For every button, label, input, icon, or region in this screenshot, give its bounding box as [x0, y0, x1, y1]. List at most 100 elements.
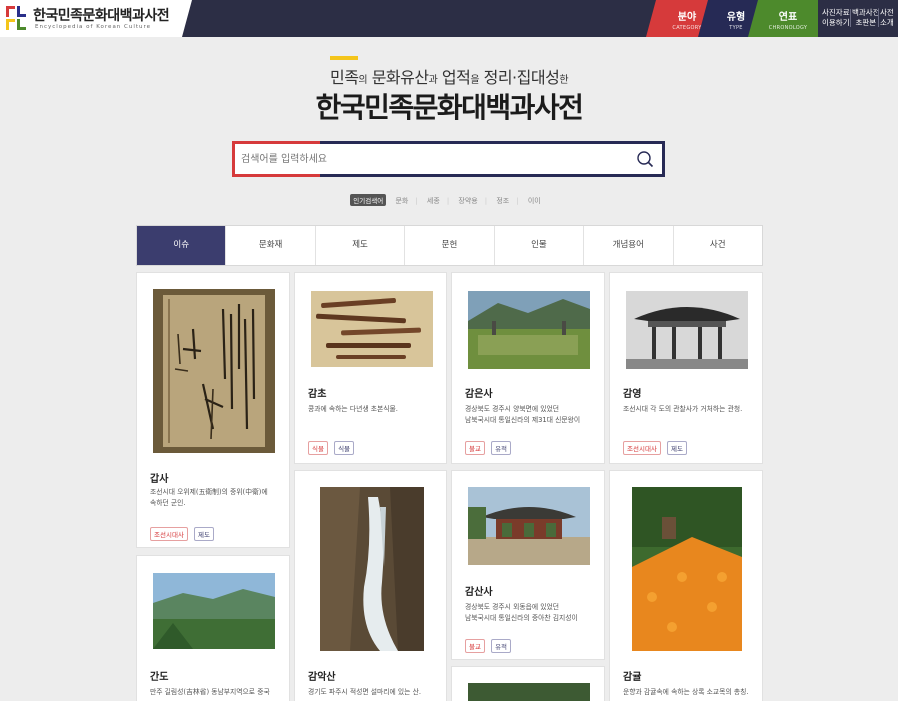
- tag-badge[interactable]: 불교: [465, 639, 485, 653]
- card-description: 조선시대 오위제(五衛制)의 중위(中衛)에 속하던 군인.: [150, 487, 279, 509]
- tag-badge[interactable]: 식물: [334, 441, 355, 455]
- util-first-edition-line2: 초판본: [855, 18, 877, 27]
- card-image: [320, 487, 424, 651]
- card-description: 경상북도 경주시 외동읍에 있었던 남북국시대 통일신라의 중아찬 김지성이: [465, 602, 594, 624]
- util-divider: [878, 9, 879, 27]
- keyword-divider: |: [516, 197, 519, 205]
- util-photo-line2: 이용하기: [822, 18, 850, 27]
- tab-institution[interactable]: 제도: [314, 226, 404, 265]
- popular-keywords: 인기검색어 문화 | 세종 | 장약용 | 정조 | 이이: [0, 194, 898, 206]
- card-tags: 불교 유적: [465, 436, 512, 455]
- util-about-line1: 사전: [880, 8, 894, 17]
- article-card[interactable]: [451, 666, 605, 701]
- article-card[interactable]: 갑사 조선시대 오위제(五衛制)의 중위(中衛)에 속하던 군인. 조선시대사 …: [136, 272, 290, 548]
- card-tags: 식물 식물: [308, 436, 355, 455]
- keyword-divider: |: [446, 197, 450, 205]
- card-image: [626, 291, 748, 369]
- card-tags: 조선시대사 제도: [623, 436, 688, 455]
- keyword-link[interactable]: 장약용: [458, 196, 477, 206]
- tag-badge[interactable]: 제도: [667, 441, 687, 455]
- logo-title: 한국민족문화대백과사전: [33, 8, 170, 24]
- search-accent: [232, 141, 320, 144]
- nav-chronology[interactable]: 연표 CHRONOLOGY: [748, 0, 818, 37]
- popular-keywords-label: 인기검색어: [350, 194, 387, 206]
- hero-sub-part: 민족: [329, 68, 359, 87]
- card-desc-line: 조선시대 오위제(五衛制)의 중위(中衛)에: [150, 488, 268, 496]
- card-description: 경기도 파주시 적성면 설마리에 있는 산.: [308, 687, 436, 698]
- tag-badge[interactable]: 식물: [308, 441, 328, 455]
- search-box: [232, 141, 665, 177]
- util-first-edition-link[interactable]: 백과사전 초판본: [852, 8, 880, 28]
- nav-chronology-label: 연표: [778, 12, 798, 23]
- hero-sub-part: 업적: [437, 68, 471, 87]
- search-icon[interactable]: [636, 150, 654, 168]
- card-desc-line: 속하던 군인.: [150, 499, 186, 507]
- hero-sub-part: 문화유산: [367, 68, 429, 87]
- article-card[interactable]: 감산사 경상북도 경주시 외동읍에 있었던 남북국시대 통일신라의 중아찬 김지…: [451, 470, 605, 660]
- card-image: [632, 487, 742, 651]
- hero-sub-part: 정리·집대성: [479, 68, 560, 87]
- tag-badge[interactable]: 불교: [465, 441, 485, 455]
- tab-issue[interactable]: 이슈: [137, 226, 226, 265]
- card-desc-line: 경상북도 경주시 외동읍에 있었던: [465, 603, 560, 611]
- tab-cultural-property[interactable]: 문화재: [225, 226, 314, 265]
- article-card[interactable]: 감귤 운향과 감귤속에 속하는 상록 소교목의 총칭.: [609, 470, 763, 701]
- card-desc-line: 남북국시대 통일신라의 중아찬 김지성이: [465, 614, 578, 622]
- card-title: 감산사: [465, 587, 493, 598]
- card-image: [153, 573, 275, 649]
- tag-badge[interactable]: 조선시대사: [623, 441, 661, 455]
- card-tags: 조선시대사 제도: [150, 522, 215, 541]
- tab-literature[interactable]: 문헌: [404, 226, 493, 265]
- keyword-link[interactable]: 문화: [395, 196, 408, 206]
- card-desc-line: 남북국시대 통일신라의 제31대 신문왕이: [465, 416, 581, 424]
- card-title: 갑사: [150, 474, 169, 485]
- util-photo-line1: 사진자료: [822, 8, 850, 17]
- util-photo-link[interactable]: 사진자료 이용하기: [822, 8, 850, 28]
- tab-event[interactable]: 사건: [672, 226, 762, 265]
- top-header: 한국민족문화대백과사전 Encyclopedia of Korean Cultu…: [0, 0, 898, 37]
- hero-accent-bar: [330, 56, 358, 60]
- logo-mark-icon: [6, 6, 26, 30]
- card-description: 콩과에 속하는 다년생 초본식물.: [308, 404, 436, 415]
- keyword-link[interactable]: 이이: [528, 196, 541, 206]
- tag-badge[interactable]: 조선시대사: [150, 527, 188, 541]
- search-input[interactable]: [241, 149, 621, 169]
- card-tags: 불교 유적: [465, 634, 512, 653]
- article-card[interactable]: 감은사 경상북도 경주시 양북면에 있었던 남북국시대 통일신라의 제31대 신…: [451, 272, 605, 464]
- util-first-edition-line1: 백과사전: [852, 8, 880, 17]
- article-card[interactable]: 감악산 경기도 파주시 적성면 설마리에 있는 산.: [294, 470, 447, 701]
- util-about-link[interactable]: 사전 소개: [880, 8, 894, 28]
- article-card[interactable]: 감영 조선시대 각 도의 관찰사가 거처하는 관청. 조선시대사 제도: [609, 272, 763, 464]
- keyword-divider: |: [484, 197, 488, 205]
- card-image: [468, 291, 590, 369]
- hero-subtitle: 민족의 문화유산과 업적을 정리·집대성한: [0, 64, 898, 88]
- card-description: 경상북도 경주시 양북면에 있었던 남북국시대 통일신라의 제31대 신문왕이: [465, 404, 594, 426]
- card-desc-line: 콩과에 속하는 다년생 초본식물.: [308, 405, 398, 413]
- tab-concept[interactable]: 개념용어: [583, 226, 672, 265]
- keyword-link[interactable]: 정조: [496, 196, 509, 206]
- card-title: 간도: [150, 672, 169, 683]
- card-title: 감영: [623, 389, 642, 400]
- card-description: 운향과 감귤속에 속하는 상록 소교목의 총칭.: [623, 687, 752, 698]
- card-title: 감귤: [623, 672, 642, 683]
- hero-sub-part: 의: [358, 75, 368, 86]
- tab-person[interactable]: 인물: [493, 226, 583, 265]
- card-desc-line: 조선시대 각 도의 관찰사가 거처하는 관청.: [623, 405, 743, 413]
- card-image: [311, 291, 433, 367]
- search-accent: [232, 174, 320, 177]
- nav-chronology-sub: CHRONOLOGY: [768, 25, 808, 31]
- article-card[interactable]: 간도 만주 길림성(吉林省) 동남부지역으로 중국: [136, 555, 290, 701]
- tag-badge[interactable]: 유적: [491, 441, 512, 455]
- util-divider: [850, 9, 851, 27]
- card-description: 만주 길림성(吉林省) 동남부지역으로 중국: [150, 687, 279, 698]
- category-tabs: 이슈 문화재 제도 문헌 인물 개념용어 사건: [136, 225, 763, 266]
- keyword-link[interactable]: 세종: [427, 196, 440, 206]
- keyword-divider: |: [415, 197, 418, 205]
- tag-badge[interactable]: 제도: [194, 527, 214, 541]
- card-desc-line: 경상북도 경주시 양북면에 있었던: [465, 405, 560, 413]
- hero-sub-part: 을: [470, 75, 480, 86]
- article-card[interactable]: 감초 콩과에 속하는 다년생 초본식물. 식물 식물: [294, 272, 447, 464]
- hero-sub-part: 과: [428, 75, 438, 86]
- tag-badge[interactable]: 유적: [491, 639, 512, 653]
- logo[interactable]: 한국민족문화대백과사전 Encyclopedia of Korean Cultu…: [0, 0, 192, 37]
